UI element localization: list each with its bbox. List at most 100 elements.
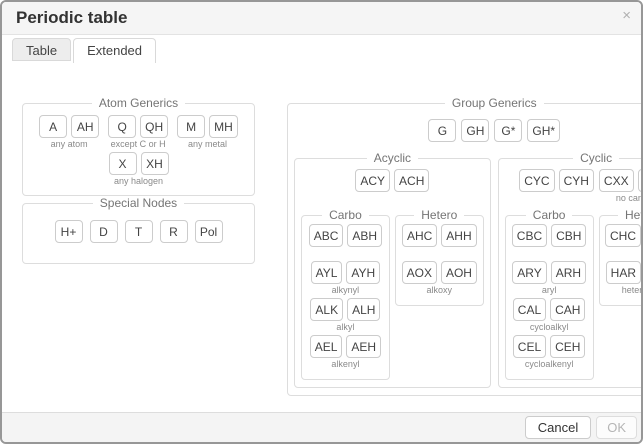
acyclic-legend: Acyclic bbox=[367, 151, 418, 165]
pair-group: AOX AOH alkoxy bbox=[402, 261, 477, 297]
button-pair: HAR HAH bbox=[606, 261, 643, 284]
cxx-button[interactable]: CXX bbox=[599, 169, 634, 192]
gh-button[interactable]: GH bbox=[461, 119, 489, 142]
a-button[interactable]: A bbox=[39, 115, 67, 138]
cyclic-hetero-fieldset: Hetero CHC CHH bbox=[599, 208, 643, 306]
cyh-button[interactable]: CYH bbox=[559, 169, 594, 192]
x-button[interactable]: X bbox=[109, 152, 137, 175]
xh-button[interactable]: XH bbox=[141, 152, 169, 175]
pair-group: CHC CHH bbox=[606, 224, 643, 260]
ael-button[interactable]: AEL bbox=[310, 335, 343, 358]
pair-label: hetero aryl bbox=[622, 284, 643, 297]
ary-button[interactable]: ARY bbox=[512, 261, 546, 284]
acyclic-hetero-legend: Hetero bbox=[414, 208, 464, 222]
button-pair: CAL CAH bbox=[513, 298, 586, 321]
ach-button[interactable]: ACH bbox=[394, 169, 429, 192]
cyclic-carbo-hetero-row: Carbo CBC CBH bbox=[505, 208, 643, 380]
button-pair: AEL AEH bbox=[310, 335, 381, 358]
pair-group: ABC ABH bbox=[308, 224, 383, 260]
pair-group: AYL AYH alkynyl bbox=[308, 261, 383, 297]
pair-group: ALK ALH alkyl bbox=[308, 298, 383, 334]
d-button[interactable]: D bbox=[90, 220, 118, 243]
pair-label: alkoxy bbox=[427, 284, 453, 297]
acyclic-hetero-fieldset: Hetero AHC AHH bbox=[395, 208, 484, 306]
right-column: Group Generics G GH G* GH* Acyclic ACY A… bbox=[287, 96, 643, 396]
cyclic-hetero-legend: Hetero bbox=[618, 208, 643, 222]
cah-button[interactable]: CAH bbox=[550, 298, 585, 321]
acyclic-carbo-legend: Carbo bbox=[322, 208, 369, 222]
dialog-body: Atom Generics A AH any atom Q QH bbox=[2, 63, 641, 412]
q-button[interactable]: Q bbox=[108, 115, 136, 138]
chc-button[interactable]: CHC bbox=[605, 224, 641, 247]
button-pair: CYC CYH bbox=[519, 169, 594, 192]
any-atom-group: A AH any atom bbox=[39, 115, 99, 151]
h-plus-button[interactable]: H+ bbox=[55, 220, 83, 243]
ah-button[interactable]: AH bbox=[71, 115, 99, 138]
button-pair: CBC CBH bbox=[512, 224, 587, 247]
acyclic-top-group: ACY ACH bbox=[301, 169, 484, 205]
button-pair: M MH bbox=[177, 115, 238, 138]
arh-button[interactable]: ARH bbox=[551, 261, 586, 284]
cxh-button[interactable]: CXH bbox=[638, 169, 643, 192]
pair-group: CYC CYH bbox=[519, 169, 594, 205]
pair-label: except C or H bbox=[111, 138, 166, 151]
aoh-button[interactable]: AOH bbox=[441, 261, 477, 284]
alk-button[interactable]: ALK bbox=[310, 298, 343, 321]
ceh-button[interactable]: CEH bbox=[550, 335, 585, 358]
tab-extended[interactable]: Extended bbox=[73, 38, 156, 64]
ahc-button[interactable]: AHC bbox=[402, 224, 437, 247]
alh-button[interactable]: ALH bbox=[347, 298, 380, 321]
cyc-button[interactable]: CYC bbox=[519, 169, 554, 192]
cancel-button[interactable]: Cancel bbox=[525, 416, 591, 439]
cel-button[interactable]: CEL bbox=[513, 335, 546, 358]
cal-button[interactable]: CAL bbox=[513, 298, 546, 321]
pair-label: alkenyl bbox=[331, 358, 359, 371]
ayh-button[interactable]: AYH bbox=[346, 261, 380, 284]
atom-generics-row-2: X XH any halogen bbox=[29, 152, 248, 188]
cbc-button[interactable]: CBC bbox=[512, 224, 547, 247]
group-generics-legend: Group Generics bbox=[445, 96, 544, 110]
ayl-button[interactable]: AYL bbox=[311, 261, 343, 284]
cbh-button[interactable]: CBH bbox=[551, 224, 586, 247]
button-pair: Q QH bbox=[108, 115, 168, 138]
abc-button[interactable]: ABC bbox=[309, 224, 344, 247]
r-button[interactable]: R bbox=[160, 220, 188, 243]
ok-button[interactable]: OK bbox=[596, 416, 637, 439]
m-button[interactable]: M bbox=[177, 115, 205, 138]
g-star-button[interactable]: G* bbox=[494, 119, 522, 142]
cyclic-fieldset: Cyclic CYC CYH CXX bbox=[498, 151, 643, 388]
button-pair: A AH bbox=[39, 115, 99, 138]
gh-star-button[interactable]: GH* bbox=[527, 119, 560, 142]
qh-button[interactable]: QH bbox=[140, 115, 168, 138]
pair-group: AHC AHH bbox=[402, 224, 477, 260]
button-pair: X XH bbox=[109, 152, 169, 175]
dialog-header: Periodic table × bbox=[2, 2, 641, 35]
button-pair: AHC AHH bbox=[402, 224, 477, 247]
aeh-button[interactable]: AEH bbox=[346, 335, 381, 358]
abh-button[interactable]: ABH bbox=[347, 224, 382, 247]
g-button[interactable]: G bbox=[428, 119, 456, 142]
cyclic-carbo-legend: Carbo bbox=[526, 208, 573, 222]
pair-label: alkynyl bbox=[332, 284, 360, 297]
mh-button[interactable]: MH bbox=[209, 115, 238, 138]
acy-button[interactable]: ACY bbox=[355, 169, 390, 192]
ahh-button[interactable]: AHH bbox=[441, 224, 476, 247]
atom-generics-legend: Atom Generics bbox=[92, 96, 185, 110]
pair-label: any halogen bbox=[114, 175, 163, 188]
tab-bar: Table Extended bbox=[2, 35, 641, 63]
button-pair: CHC CHH bbox=[605, 224, 643, 247]
pair-group: CEL CEH cycloalkenyl bbox=[512, 335, 587, 371]
atom-generics-row-1: A AH any atom Q QH except C or H bbox=[29, 115, 248, 151]
button-pair: ARY ARH bbox=[512, 261, 586, 284]
aox-button[interactable]: AOX bbox=[402, 261, 437, 284]
pair-label: no carbon bbox=[616, 192, 643, 205]
tab-table[interactable]: Table bbox=[12, 38, 71, 61]
har-button[interactable]: HAR bbox=[606, 261, 641, 284]
pair-label: cycloalkenyl bbox=[525, 358, 574, 371]
group-generics-sub-row: Acyclic ACY ACH Carbo bbox=[294, 151, 643, 388]
pol-button[interactable]: Pol bbox=[195, 220, 223, 243]
special-nodes-row: H+ D T R Pol bbox=[29, 220, 248, 243]
acyclic-fieldset: Acyclic ACY ACH Carbo bbox=[294, 151, 491, 388]
close-icon[interactable]: × bbox=[622, 8, 631, 23]
t-button[interactable]: T bbox=[125, 220, 153, 243]
